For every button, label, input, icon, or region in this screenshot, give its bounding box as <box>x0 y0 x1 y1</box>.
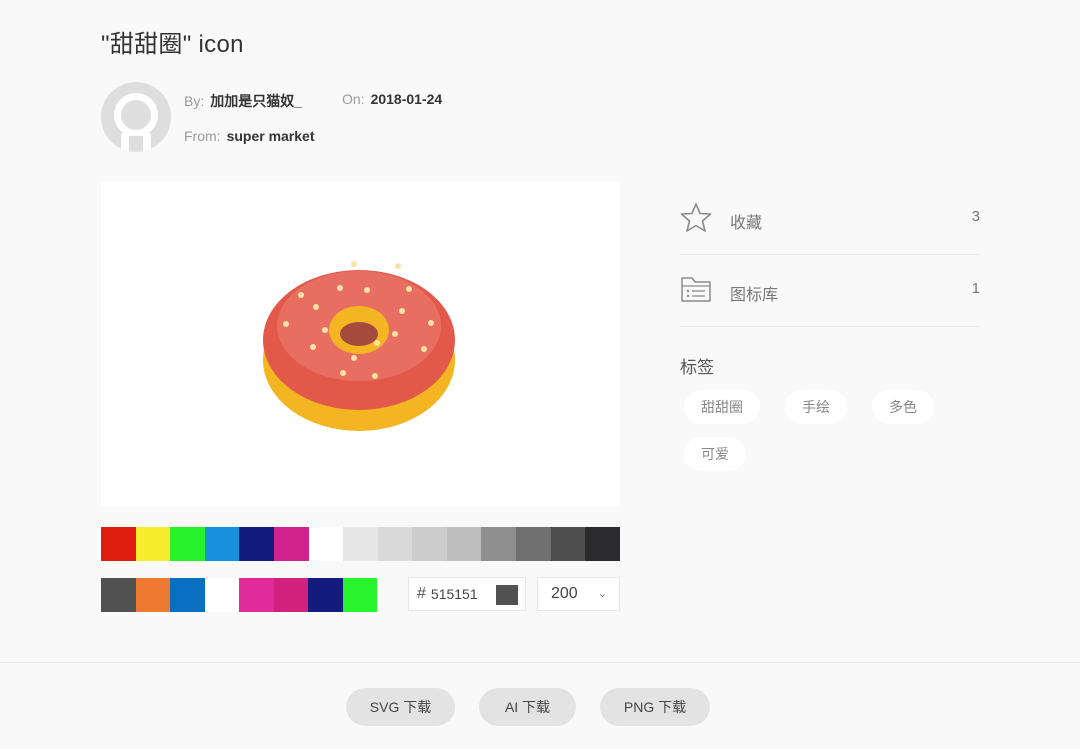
color-swatch[interactable] <box>204 578 240 612</box>
color-swatch[interactable] <box>204 527 240 561</box>
tag-chip[interactable]: 多色 <box>872 390 934 424</box>
color-palette-row1 <box>101 527 344 561</box>
color-swatch[interactable] <box>308 578 343 612</box>
color-swatch[interactable] <box>343 527 378 561</box>
tags-heading: 标签 <box>680 358 714 377</box>
size-select[interactable]: 200 ⌄ <box>537 577 620 611</box>
author-name[interactable]: 加加是只猫奴_ <box>210 93 302 109</box>
tag-chip[interactable]: 可爱 <box>684 437 746 471</box>
on-label: On: <box>342 91 365 107</box>
star-icon <box>680 203 712 232</box>
color-palette-row2 <box>101 578 240 612</box>
date-line: On: 2018-01-24 <box>342 91 442 107</box>
color-swatch[interactable] <box>135 578 171 612</box>
library-count: 1 <box>971 280 980 297</box>
color-swatch[interactable] <box>550 527 586 561</box>
page-title: "甜甜圈" icon <box>101 31 244 58</box>
hex-color-input[interactable]: # 515151 <box>408 577 526 611</box>
hex-value[interactable]: 515151 <box>431 586 478 602</box>
astronaut-avatar-icon <box>114 93 158 152</box>
author-line: By: 加加是只猫奴_ <box>184 91 302 111</box>
color-swatch[interactable] <box>377 527 413 561</box>
gray-palette-row <box>343 527 620 561</box>
color-swatch[interactable] <box>170 527 205 561</box>
color-swatch[interactable] <box>585 527 620 561</box>
svg-download-button[interactable]: SVG 下载 <box>346 688 455 726</box>
color-swatch[interactable] <box>101 578 136 612</box>
favorite-label: 收藏 <box>730 215 763 232</box>
source-line: From: super market <box>184 128 315 144</box>
publish-date: 2018-01-24 <box>370 91 443 107</box>
by-label: By: <box>184 93 205 109</box>
color-swatch[interactable] <box>515 527 551 561</box>
png-download-button[interactable]: PNG 下载 <box>600 688 710 726</box>
from-label: From: <box>184 128 221 144</box>
donut-icon <box>263 261 455 431</box>
color-swatch[interactable] <box>101 527 136 561</box>
color-swatch[interactable] <box>342 578 378 612</box>
color-swatch[interactable] <box>412 527 447 561</box>
color-swatch[interactable] <box>239 527 274 561</box>
color-swatch[interactable] <box>273 578 309 612</box>
color-swatch[interactable] <box>481 527 516 561</box>
current-color-chip <box>496 585 518 605</box>
source-library[interactable]: super market <box>227 128 315 144</box>
color-swatch[interactable] <box>308 527 344 561</box>
tag-chip[interactable]: 手绘 <box>785 390 847 424</box>
favorite-row[interactable]: 收藏 3 <box>680 182 980 255</box>
avatar[interactable] <box>101 82 171 152</box>
ai-download-button[interactable]: AI 下载 <box>479 688 576 726</box>
color-palette-row3 <box>239 578 378 612</box>
color-swatch[interactable] <box>170 578 205 612</box>
chevron-down-icon: ⌄ <box>597 588 607 600</box>
icon-preview <box>101 182 620 506</box>
favorite-count: 3 <box>971 208 980 225</box>
library-row[interactable]: 图标库 1 <box>680 254 980 327</box>
hash-symbol: # <box>417 585 426 602</box>
color-swatch[interactable] <box>273 527 309 561</box>
color-swatch[interactable] <box>446 527 482 561</box>
library-label: 图标库 <box>730 287 779 304</box>
size-value: 200 <box>551 585 578 602</box>
folder-list-icon <box>681 277 711 302</box>
tag-chip[interactable]: 甜甜圈 <box>684 390 760 424</box>
color-swatch[interactable] <box>135 527 171 561</box>
color-swatch[interactable] <box>239 578 274 612</box>
download-bar: SVG 下载 AI 下载 PNG 下载 <box>0 662 1080 749</box>
